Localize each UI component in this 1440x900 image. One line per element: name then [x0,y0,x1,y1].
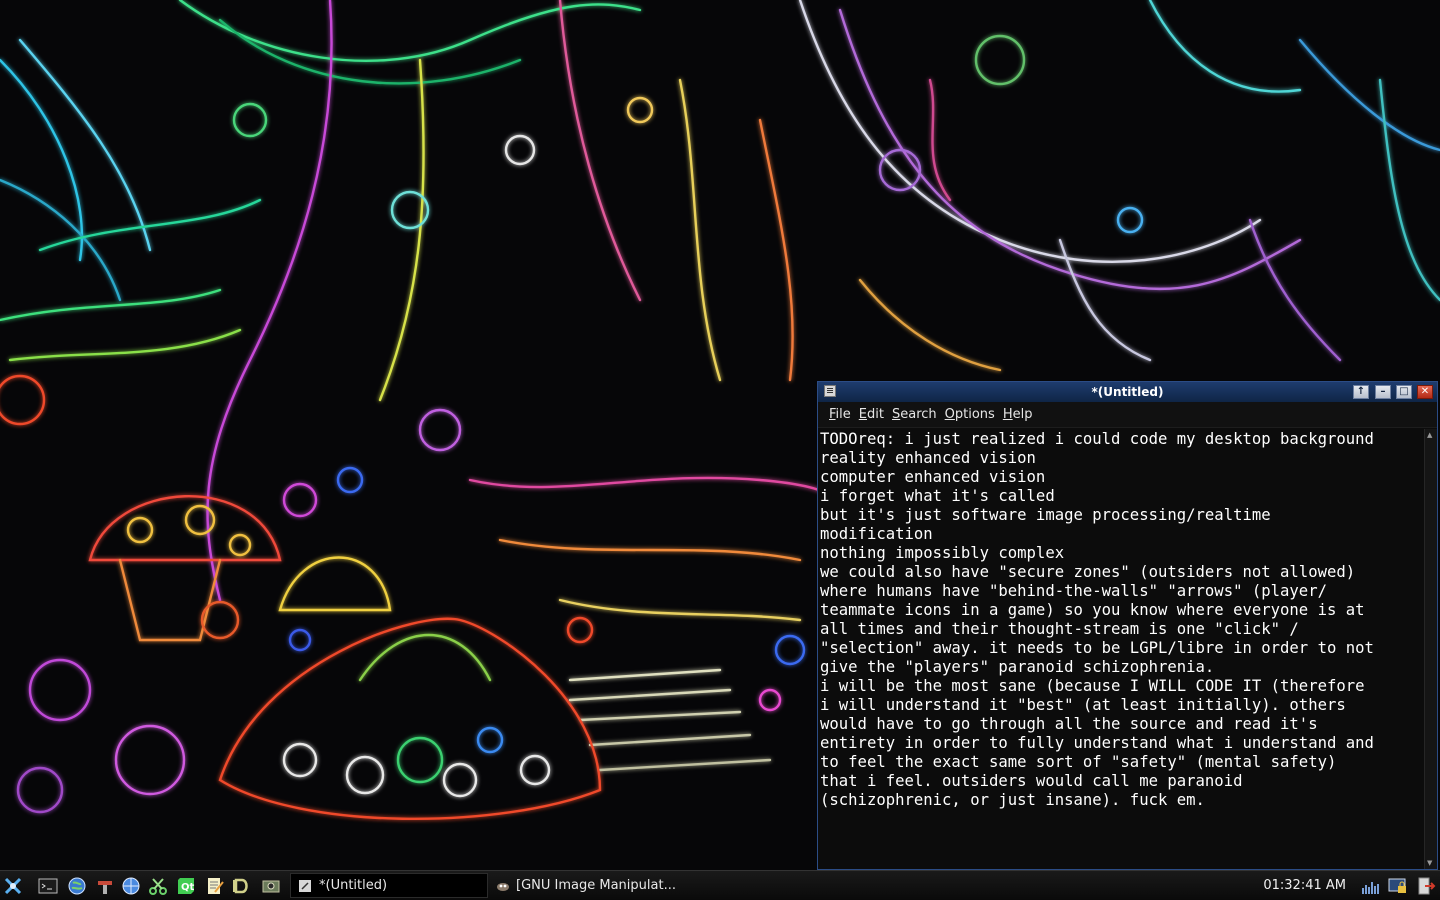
globe-browser-icon[interactable] [67,876,87,896]
scissors-icon[interactable] [148,876,168,896]
taskbar: Qt *(Untitled) [GNU Image Manipulat... 0… [0,870,1440,900]
text-editor-area[interactable]: TODOreq: i just realized i could code my… [818,429,1423,869]
qt-creator-icon[interactable]: Qt [176,876,196,896]
scroll-up-arrow-icon[interactable]: ▲ [1427,432,1435,439]
menu-bar: File Edit Search Options Help [818,402,1437,428]
scroll-down-arrow-icon[interactable]: ▼ [1427,860,1435,867]
network-activity-icon[interactable] [1361,876,1381,896]
screenshot-icon[interactable] [261,876,281,896]
menu-edit[interactable]: Edit [859,407,884,422]
vertical-scrollbar[interactable]: ▲ ▼ [1424,429,1437,869]
task-label: *(Untitled) [319,878,388,893]
maximize-button[interactable]: □ [1396,385,1412,399]
minimize-button[interactable]: – [1375,385,1391,399]
svg-text:Qt: Qt [181,882,195,893]
web-globe-icon[interactable] [121,876,141,896]
task-label: [GNU Image Manipulat... [516,878,676,893]
gimp-task-icon [496,880,509,892]
editor-window[interactable]: *(Untitled) ↑ – □ ✕ File Edit Search Opt… [817,381,1438,870]
menu-options[interactable]: Options [945,407,995,422]
menu-file[interactable]: File [829,407,851,422]
task-untitled-editor[interactable]: *(Untitled) [290,873,488,898]
menu-search[interactable]: Search [892,407,937,422]
window-title: *(Untitled) [1091,385,1164,399]
close-button[interactable]: ✕ [1417,385,1433,399]
d-tool-icon[interactable] [232,876,252,896]
window-titlebar[interactable]: *(Untitled) ↑ – □ ✕ [818,382,1437,402]
toolbox-icon[interactable] [95,876,115,896]
text-editor-task-icon [299,879,311,892]
start-menu-icon[interactable] [3,876,23,896]
terminal-icon[interactable] [38,876,58,896]
text-editor-icon[interactable] [205,876,225,896]
task-gimp[interactable]: [GNU Image Manipulat... [488,873,698,898]
raise-window-button[interactable]: ↑ [1353,385,1369,399]
logout-icon[interactable] [1416,876,1436,896]
lock-screen-icon[interactable] [1388,876,1408,896]
clock[interactable]: 01:32:41 AM [1263,878,1346,893]
menu-help[interactable]: Help [1003,407,1033,422]
